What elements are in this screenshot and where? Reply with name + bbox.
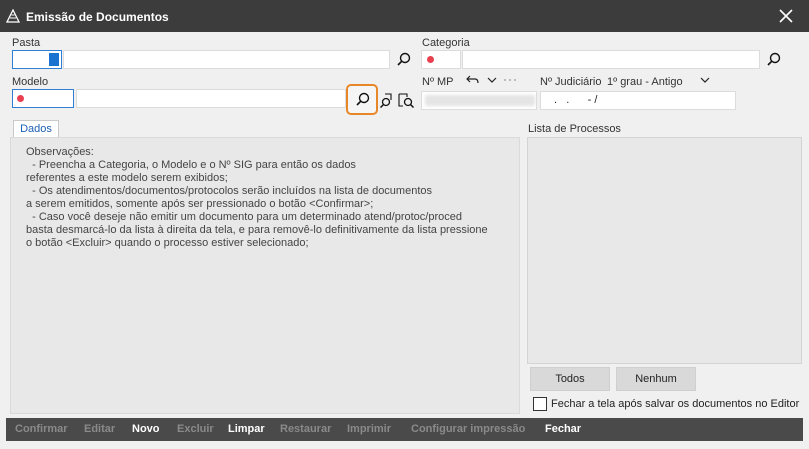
modelo-search-button[interactable] [346,84,378,115]
fechar-tela-label[interactable]: Fechar a tela após salvar os documentos … [551,398,799,410]
edit-search-icon [398,93,415,109]
modelo-code-field[interactable] [12,89,74,108]
pasta-search-button[interactable] [393,49,415,71]
categoria-name-field[interactable] [462,50,760,69]
observacoes-line: Observações: [26,146,94,158]
undo-icon [466,75,479,84]
observacoes-line: o botão <Excluir> quando o processo esti… [26,237,309,249]
observacoes-line: - Preencha a Categoria, o Modelo e o Nº … [26,159,356,171]
editar-button[interactable]: Editar [84,423,115,435]
grau-selector-label[interactable]: 1º grau - Antigo [607,76,683,88]
close-icon [779,9,793,23]
lista-processos-list[interactable] [527,137,802,364]
pasta-label: Pasta [12,37,41,49]
chevron-down-icon [700,77,710,83]
window-title: Emissão de Documentos [26,10,169,24]
observacoes-line: a serem emitidos, somente após ser press… [26,198,374,210]
excluir-button[interactable]: Excluir [177,423,214,435]
required-indicator [427,56,434,63]
grau-dropdown-button[interactable] [697,72,713,88]
observacoes-line: - Caso você deseje não emitir um documen… [26,211,462,223]
search-icon [356,92,370,106]
categoria-search-button[interactable] [763,49,785,71]
num-judiciario-field[interactable]: . . - / [540,91,736,110]
num-judiciario-label: Nº Judiciário [540,76,602,88]
search-icon [397,52,411,66]
mp-dropdown-button[interactable] [484,72,500,88]
observacoes-line: referentes a este modelo serem exibidos; [26,172,228,184]
novo-button[interactable]: Novo [132,423,160,435]
modelo-name-field[interactable] [76,89,346,108]
title-bar: Emissão de Documentos [0,0,809,32]
mp-more-button[interactable] [502,72,518,88]
restaurar-button[interactable]: Restaurar [280,423,331,435]
categoria-code-field[interactable] [421,50,461,69]
close-button[interactable] [773,4,799,28]
fechar-tela-checkbox[interactable] [533,397,547,411]
lista-processos-label: Lista de Processos [528,123,621,135]
imprimir-button[interactable]: Imprimir [347,423,391,435]
search-icon [767,52,781,66]
fechar-button[interactable]: Fechar [545,423,581,435]
bottom-toolbar: Confirmar Editar Novo Excluir Limpar Res… [6,418,803,441]
more-icon [504,79,516,81]
app-logo-icon [6,9,20,23]
categoria-label: Categoria [422,37,470,49]
emissao-documentos-window: Emissão de Documentos Pasta Categoria Mo… [0,0,809,449]
limpar-button[interactable]: Limpar [228,423,265,435]
observacoes-line: basta desmarcá-lo da lista à direita da … [26,224,488,236]
num-mp-blurred-value [425,95,535,106]
dados-panel: Observações: - Preencha a Categoria, o M… [10,137,520,414]
confirmar-button[interactable]: Confirmar [15,423,68,435]
document-search-icon [379,93,392,109]
num-mp-field[interactable] [421,91,537,110]
required-indicator [17,95,24,102]
modelo-edit-search-button[interactable] [395,90,417,112]
pasta-code-field[interactable] [12,50,62,69]
modelo-label: Modelo [12,76,49,88]
pasta-field-cursor [49,53,59,66]
num-mp-label: Nº MP [422,76,454,88]
pasta-name-field[interactable] [63,50,390,69]
nenhum-button[interactable]: Nenhum [616,367,696,391]
undo-button[interactable] [465,72,481,88]
tab-dados[interactable]: Dados [13,120,59,138]
observacoes-line: - Os atendimentos/documentos/protocolos … [26,185,433,197]
chevron-down-icon [487,77,497,83]
configurar-impressao-button[interactable]: Configurar impressão [411,423,525,435]
todos-button[interactable]: Todos [530,367,610,391]
